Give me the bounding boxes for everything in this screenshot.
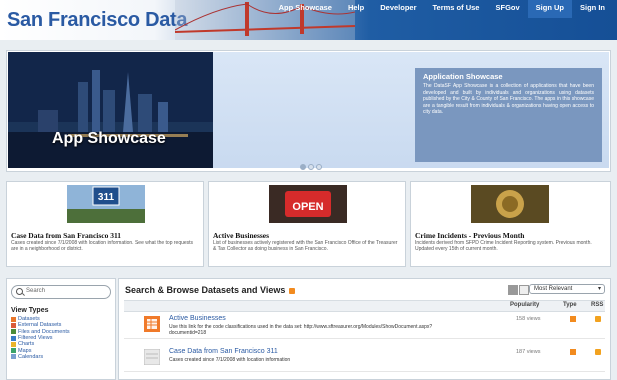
row-desc: Cases created since 7/1/2008 with locati… <box>169 357 291 363</box>
feature-title[interactable]: Active Businesses <box>213 231 269 240</box>
dataset-icon <box>144 349 160 365</box>
row-views: 158 views <box>516 316 541 322</box>
feature-title[interactable]: Case Data from San Francisco 311 <box>11 231 121 240</box>
nav-help[interactable]: Help <box>340 0 372 18</box>
top-nav: App Showcase Help Developer Terms of Use… <box>271 0 613 18</box>
view-type-external-datasets[interactable]: External Datasets <box>11 322 70 328</box>
external-datasets-icon <box>11 322 16 328</box>
results-table-header: Popularity Type RSS <box>124 300 605 312</box>
nav-sfgov[interactable]: SFGov <box>487 0 527 18</box>
carousel-dot[interactable] <box>316 164 322 170</box>
svg-text:311: 311 <box>98 192 115 203</box>
dataset-icon <box>144 316 160 332</box>
sign-up-button[interactable]: Sign Up <box>527 0 572 18</box>
feature-desc: List of businesses actively registered w… <box>213 240 398 252</box>
datasets-icon <box>11 316 16 322</box>
grid-view-icon[interactable] <box>519 285 529 295</box>
filter-icon <box>11 335 16 341</box>
dataset-type-icon <box>570 349 576 355</box>
search-input[interactable]: Search <box>11 285 111 299</box>
col-type[interactable]: Type <box>563 302 577 308</box>
view-type-calendars[interactable]: Calendars <box>11 354 70 360</box>
svg-text:OPEN: OPEN <box>292 201 323 213</box>
results-heading: Search & Browse Datasets and Views <box>125 285 296 295</box>
sign-in-link[interactable]: Sign In <box>572 0 613 18</box>
files-icon <box>11 329 16 335</box>
site-logo[interactable]: San Francisco Data <box>7 9 188 32</box>
rss-icon[interactable] <box>289 287 296 294</box>
map-icon <box>11 348 16 354</box>
showcase-panel: Application Showcase The DataSF App Show… <box>415 68 602 162</box>
calendar-icon <box>11 354 16 360</box>
search-placeholder: Search <box>26 288 46 294</box>
col-rss: RSS <box>591 302 604 308</box>
row-title[interactable]: Active Businesses <box>169 315 226 322</box>
table-row[interactable]: Active Businesses Use this link for the … <box>124 312 605 339</box>
dataset-type-icon <box>570 316 576 322</box>
row-views: 187 views <box>516 349 541 355</box>
open-sign-thumbnail: OPEN <box>269 185 347 223</box>
police-badge-thumbnail <box>471 185 549 223</box>
browse-results: Search & Browse Datasets and Views Most … <box>118 278 611 380</box>
sort-select[interactable]: Most Relevant <box>529 284 605 294</box>
row-rss-icon[interactable] <box>595 316 601 322</box>
showcase-text: The DataSF App Showcase is a collection … <box>423 83 594 115</box>
chart-icon <box>11 341 16 347</box>
view-type-files-documents[interactable]: Files and Documents <box>11 329 70 335</box>
row-rss-icon[interactable] <box>595 349 601 355</box>
feature-desc: Incidents derived from SFPD Crime Incide… <box>415 240 592 252</box>
hero-title: App Showcase <box>52 130 166 147</box>
carousel-dots <box>300 164 322 170</box>
showcase-title: Application Showcase <box>423 72 503 81</box>
feature-desc: Cases created since 7/1/2008 with locati… <box>11 240 194 252</box>
city-skyline-image <box>8 52 213 168</box>
row-title[interactable]: Case Data from San Francisco 311 <box>169 348 278 355</box>
nav-terms-of-use[interactable]: Terms of Use <box>425 0 488 18</box>
skyline-illustration <box>8 52 213 168</box>
view-types-list: Datasets External Datasets Files and Doc… <box>11 316 70 360</box>
col-popularity[interactable]: Popularity <box>510 302 539 308</box>
view-toggle <box>508 285 529 295</box>
feature-title[interactable]: Crime Incidents - Previous Month <box>415 231 524 240</box>
nav-developer[interactable]: Developer <box>372 0 424 18</box>
feature-card-crime-incidents[interactable]: Crime Incidents - Previous Month Inciden… <box>410 181 611 267</box>
carousel-dot[interactable] <box>308 164 314 170</box>
feature-card-active-businesses[interactable]: OPEN Active Businesses List of businesse… <box>208 181 406 267</box>
browse-sidebar: Search View Types Datasets External Data… <box>6 278 116 380</box>
list-view-icon[interactable] <box>508 285 518 295</box>
feature-card-311[interactable]: 311 Case Data from San Francisco 311 Cas… <box>6 181 204 267</box>
site-header: San Francisco Data App Showcase Help Dev… <box>0 0 617 40</box>
view-types-title: View Types <box>11 307 49 314</box>
table-row[interactable]: Case Data from San Francisco 311 Cases c… <box>124 345 605 372</box>
nav-app-showcase[interactable]: App Showcase <box>271 0 340 18</box>
carousel-dot[interactable] <box>300 164 306 170</box>
row-desc: Use this link for the code classificatio… <box>169 324 433 336</box>
sf311-thumbnail: 311 <box>67 185 145 223</box>
search-icon <box>16 288 23 295</box>
